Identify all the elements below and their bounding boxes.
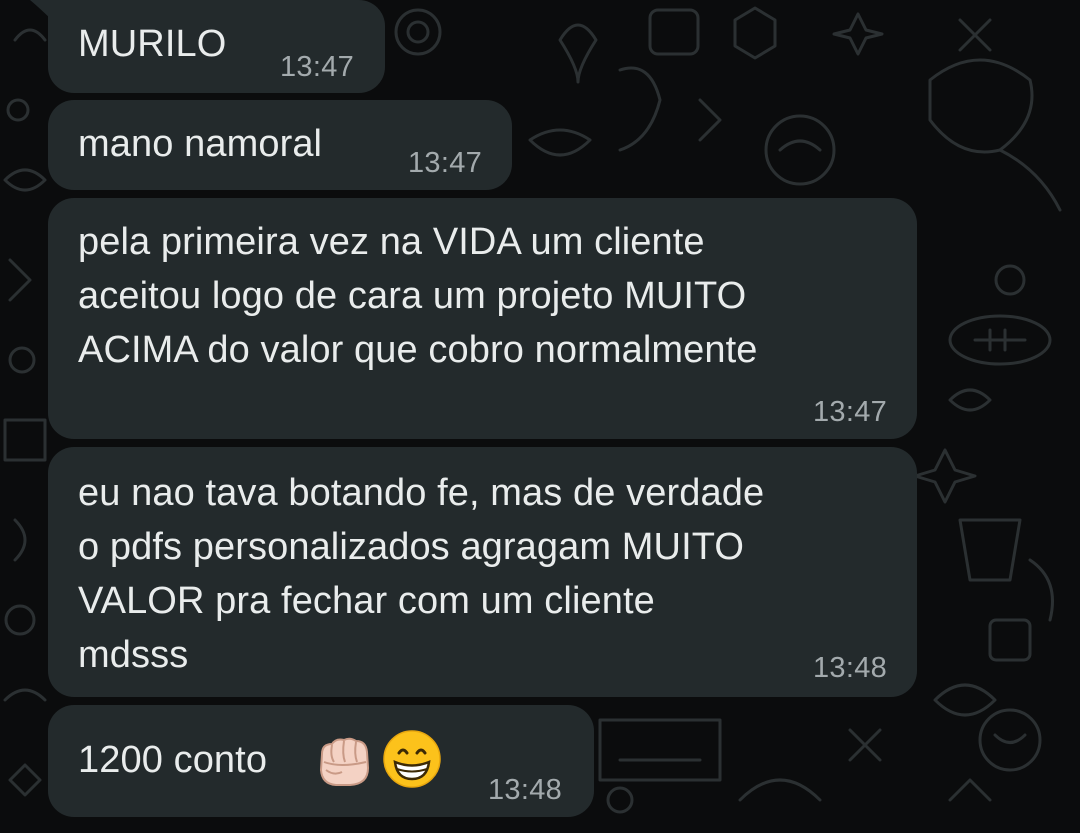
message-bubble[interactable]: MURILO 13:47 <box>30 0 385 93</box>
message-bubble[interactable]: mano namoral 13:47 <box>48 100 512 190</box>
message-text: mano namoral <box>78 123 323 165</box>
message-text: 1200 conto <box>78 739 268 781</box>
grinning-face-icon <box>383 730 441 788</box>
message-bubble[interactable]: pela primeira vez na VIDA um cliente ace… <box>48 198 917 439</box>
message-text: MURILO <box>78 23 227 65</box>
message-timestamp: 13:47 <box>813 396 888 428</box>
message-text: pela primeira vez na VIDA um cliente ace… <box>78 221 758 371</box>
message-text: eu nao tava botando fe, mas de verdade o… <box>78 472 765 676</box>
message-bubble[interactable]: eu nao tava botando fe, mas de verdade o… <box>48 447 917 697</box>
message-timestamp: 13:48 <box>488 774 563 806</box>
message-timestamp: 13:48 <box>813 652 888 684</box>
bubble-tail <box>30 0 60 28</box>
message-timestamp: 13:47 <box>280 51 355 83</box>
message-timestamp: 13:47 <box>408 147 483 179</box>
chat-message-list: MURILO 13:47 mano namoral 13:47 pela pri… <box>0 0 1080 833</box>
fist-icon <box>319 737 370 786</box>
message-bubble[interactable]: 1200 conto 13:48 <box>48 705 594 817</box>
